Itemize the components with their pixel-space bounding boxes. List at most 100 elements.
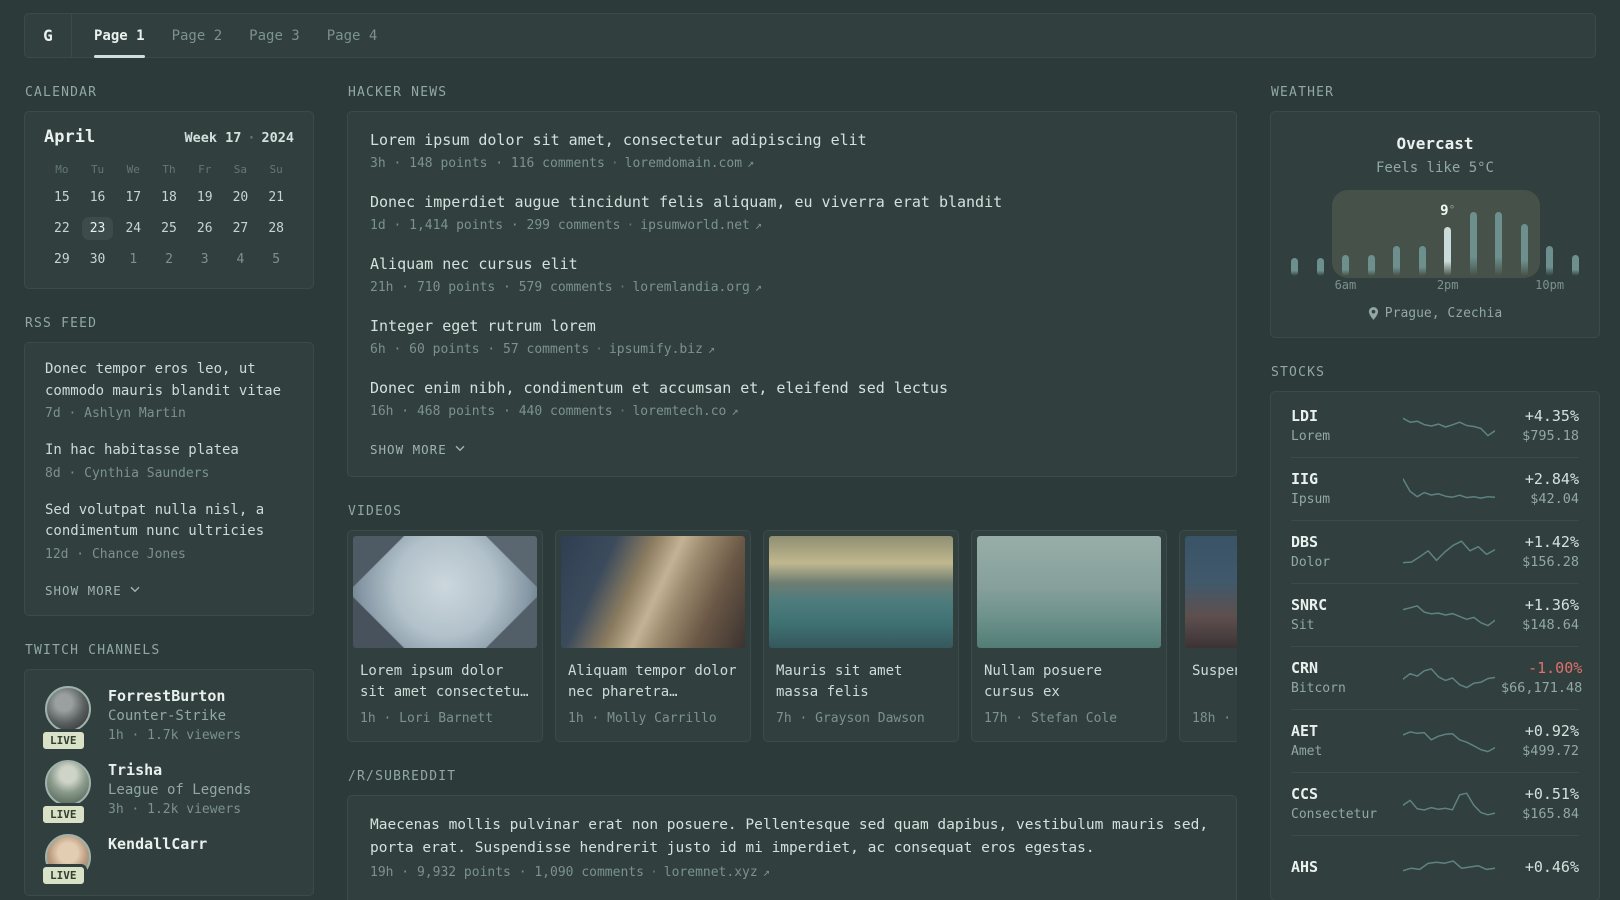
- rss-item: Donec tempor eros leo, ut commodo mauris…: [45, 359, 293, 423]
- calendar-day: 22: [44, 213, 80, 243]
- calendar-day: 23: [80, 213, 116, 243]
- nav-tab[interactable]: Page 3: [249, 14, 300, 57]
- stock-sparkline: [1403, 860, 1495, 872]
- section-title-videos: VIDEOS: [348, 504, 403, 519]
- story-meta: 1d · 1,414 points · 299 comments: [370, 218, 621, 233]
- twitch-channel-row[interactable]: LIVE Trisha League of Legends 3h · 1.2k …: [40, 759, 293, 826]
- story-meta-row: 1d · 1,414 points · 299 comments · ipsumwo…: [370, 216, 1214, 235]
- video-card[interactable]: Aliquam tempor dolor nec pharetra… 1h · …: [555, 530, 751, 742]
- hackernews-widget: HACKER NEWS Lorem ipsum dolor sit amet, …: [347, 85, 1237, 477]
- stock-symbol: SNRC: [1291, 596, 1328, 614]
- app-logo[interactable]: G: [25, 14, 72, 57]
- videos-row: Lorem ipsum dolor sit amet consectetu… 1…: [347, 530, 1237, 742]
- twitch-channel-row[interactable]: LIVE KendallCarr: [40, 833, 293, 887]
- story-domain-link[interactable]: loremtech.co ↗: [632, 404, 738, 419]
- rss-show-more-button[interactable]: SHOW MORE: [45, 583, 141, 598]
- video-card-body: Aliquam tempor dolor nec pharetra… 1h · …: [556, 653, 750, 741]
- story-title-link[interactable]: Lorem ipsum dolor sit amet, consectetur …: [370, 130, 1214, 151]
- section-title-stocks: STOCKS: [1271, 365, 1326, 380]
- twitch-channel-name: Trisha: [108, 760, 163, 779]
- story-domain: ipsumworld.net: [640, 218, 750, 233]
- story-item: Donec enim nibh, condimentum et accumsan…: [370, 378, 1214, 421]
- video-card[interactable]: Nullam posuere cursus ex 17h · Stefan Co…: [971, 530, 1167, 742]
- story-domain-link[interactable]: ipsumworld.net ↗: [640, 218, 762, 233]
- nav-tab[interactable]: Page 1: [94, 14, 145, 58]
- video-thumbnail: [353, 536, 537, 648]
- calendar-day-number: 21: [268, 189, 284, 205]
- calendar-day: 2: [151, 244, 187, 274]
- calendar-weekday: Sa: [233, 163, 248, 176]
- story-domain-link[interactable]: loremlandia.org ↗: [632, 280, 762, 295]
- avatar: [45, 759, 91, 806]
- nav-tab[interactable]: Page 4: [327, 14, 378, 57]
- stock-row[interactable]: LDI Lorem +4.35% $795.18: [1291, 394, 1579, 457]
- story-title-link[interactable]: Aliquam nec cursus elit: [370, 254, 1214, 275]
- external-link-icon: ↗: [707, 342, 716, 356]
- rss-item-meta: 8d · Cynthia Saunders: [45, 465, 210, 481]
- stock-sparkline: [1403, 417, 1495, 436]
- stock-change-percent: +2.84%: [1524, 470, 1579, 488]
- video-title: Aliquam tempor dolor nec pharetra…: [568, 663, 737, 700]
- stock-row[interactable]: DBS Dolor +1.42% $156.28: [1291, 520, 1579, 583]
- calendar-week: Week 17: [184, 130, 242, 146]
- story-domain-link[interactable]: loremdomain.com ↗: [625, 156, 755, 171]
- stock-name: Lorem: [1291, 428, 1331, 444]
- stock-price: $795.18: [1522, 427, 1579, 444]
- section-title-hackernews: HACKER NEWS: [348, 85, 448, 100]
- stock-row[interactable]: SNRC Sit +1.36% $148.64: [1291, 583, 1579, 646]
- stock-sparkline: [1403, 731, 1495, 753]
- calendar-day-number: 17: [125, 189, 142, 205]
- rss-card: Donec tempor eros leo, ut commodo mauris…: [24, 342, 314, 616]
- calendar-day-number: 15: [54, 189, 70, 205]
- video-card-body: Lorem ipsum dolor sit amet consectetu… 1…: [348, 653, 542, 741]
- left-column: CALENDAR April Week 17 · 2024 Mo Tu We Th Fr Sa…: [24, 85, 314, 900]
- stock-sparkline: [1403, 605, 1495, 627]
- story-domain-link[interactable]: ipsumify.biz ↗: [609, 342, 715, 357]
- calendar-day: 21: [258, 182, 294, 212]
- calendar-weekday-row: Mo Tu We Th Fr Sa Su: [44, 163, 294, 176]
- stock-row[interactable]: CRN Bitcorn -1.00% $66,171.48: [1291, 646, 1582, 709]
- twitch-channel-game: League of Legends: [108, 781, 252, 798]
- story-title-link[interactable]: Donec imperdiet augue tincidunt felis al…: [370, 192, 1214, 213]
- calendar-day: 5: [258, 244, 294, 274]
- section-title-subreddit: /R/SUBREDDIT: [348, 769, 457, 784]
- external-link-icon: ↗: [731, 404, 739, 418]
- video-card[interactable]: Mauris sit amet massa felis 7h · Grayson…: [763, 530, 959, 742]
- separator-dot: ·: [618, 404, 627, 419]
- rss-item-title-link[interactable]: Donec tempor eros leo, ut commodo mauris…: [45, 359, 293, 402]
- nav-tab[interactable]: Page 2: [172, 14, 223, 57]
- weather-card: Overcast Feels like 5°C 9° 6am 2pm 10pm Pr…: [1270, 111, 1600, 338]
- subreddit-post-title-link[interactable]: Maecenas mollis pulvinar erat non posuer…: [370, 814, 1214, 860]
- rss-widget: RSS FEED Donec tempor eros leo, ut commo…: [24, 316, 314, 616]
- stock-change-percent: +0.51%: [1524, 785, 1579, 803]
- rss-item-title-link[interactable]: Sed volutpat nulla nisl, a condimentum n…: [45, 500, 293, 543]
- twitch-channel-name: ForrestBurton: [108, 686, 226, 705]
- rss-item-title-link[interactable]: In hac habitasse platea: [45, 440, 293, 462]
- stock-row[interactable]: AHS +0.46%: [1291, 835, 1579, 898]
- twitch-widget: TWITCH CHANNELS LIVE ForrestBurton Count…: [24, 643, 314, 896]
- weather-bar: [1571, 255, 1579, 276]
- twitch-avatar-wrap: LIVE: [40, 685, 91, 752]
- hackernews-show-more-button[interactable]: SHOW MORE: [370, 442, 466, 457]
- calendar-day-number: 28: [268, 220, 284, 236]
- stock-name: Consectetur: [1291, 807, 1378, 822]
- video-card[interactable]: Lorem ipsum dolor sit amet consectetu… 1…: [347, 530, 543, 742]
- stock-price: $148.64: [1522, 617, 1579, 633]
- calendar-weekday: Mo: [55, 163, 69, 176]
- section-title-weather: WEATHER: [1271, 85, 1335, 100]
- story-title-link[interactable]: Integer eget rutrum lorem: [370, 316, 1214, 337]
- calendar-weekday: Su: [269, 163, 283, 176]
- weather-location-row: Prague, Czechia: [1291, 306, 1579, 321]
- stock-row[interactable]: IIG Ipsum +2.84% $42.04: [1291, 457, 1579, 520]
- story-item: Integer eget rutrum lorem 6h · 60 points…: [370, 316, 1214, 359]
- stock-price: $165.84: [1522, 806, 1579, 822]
- twitch-channel-row[interactable]: LIVE ForrestBurton Counter-Strike 1h · 1…: [40, 685, 293, 752]
- calendar-weekday: Tu: [90, 163, 105, 176]
- stock-row[interactable]: AET Amet +0.92% $499.72: [1291, 709, 1579, 772]
- stock-row[interactable]: CCS Consectetur +0.51% $165.84: [1291, 772, 1579, 835]
- video-card[interactable]: Suspendisse diam 18h · Tara: [1179, 530, 1237, 742]
- subreddit-post-domain-link[interactable]: loremnet.xyz ↗: [664, 865, 770, 880]
- story-title-link[interactable]: Donec enim nibh, condimentum et accumsan…: [370, 378, 1214, 399]
- calendar-day-number: 19: [196, 189, 213, 205]
- story-domain: loremlandia.org: [632, 280, 750, 295]
